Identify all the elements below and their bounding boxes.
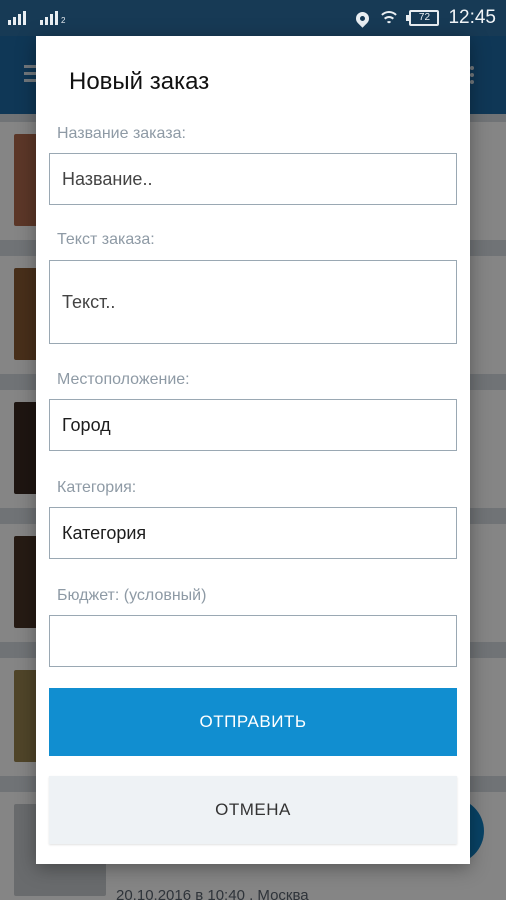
budget-label: Бюджет: (условный)	[57, 587, 207, 604]
cancel-button[interactable]: ОТМЕНА	[49, 776, 457, 844]
new-order-dialog: Новый заказ Название заказа: Название.. …	[36, 36, 470, 864]
order-name-label: Название заказа:	[57, 125, 186, 142]
status-time: 12:45	[448, 7, 496, 28]
submit-button[interactable]: ОТПРАВИТЬ	[49, 688, 457, 756]
location-field[interactable]: Город	[49, 399, 457, 451]
dialog-title: Новый заказ	[69, 68, 210, 95]
category-field[interactable]: Категория	[49, 507, 457, 559]
location-icon	[353, 8, 373, 28]
order-text-input[interactable]: Текст..	[49, 260, 457, 344]
location-label: Местоположение:	[57, 371, 190, 388]
status-bar: 2 72 12:45	[0, 0, 506, 36]
wifi-icon	[378, 9, 401, 27]
category-label: Категория:	[57, 479, 137, 496]
battery-icon: 72	[406, 10, 440, 26]
budget-input[interactable]	[49, 615, 457, 667]
order-text-label: Текст заказа:	[57, 231, 155, 248]
signal-icon	[8, 9, 26, 25]
order-name-input[interactable]: Название..	[49, 153, 457, 205]
signal-icon: 2	[40, 9, 65, 25]
